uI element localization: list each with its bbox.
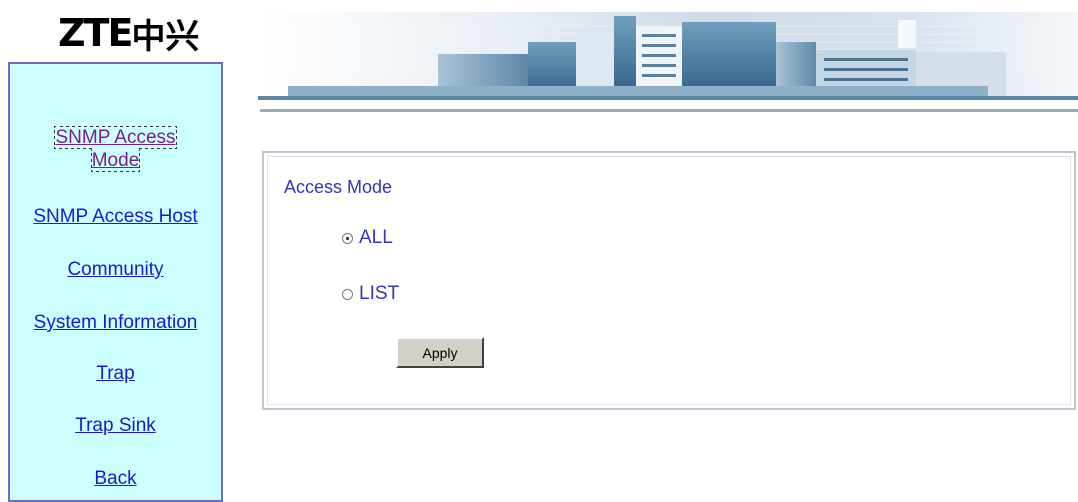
sidebar-item-label: Trap Sink <box>75 415 156 436</box>
header-divider <box>260 109 1078 112</box>
sidebar-item-label: Community <box>67 259 164 280</box>
option-list-label[interactable]: LIST <box>359 283 399 305</box>
radio-list[interactable] <box>342 288 353 300</box>
panel-title: Access Mode <box>284 177 393 197</box>
header-banner-image <box>258 12 1078 100</box>
sidebar-item-label: System Information <box>33 312 198 333</box>
sidebar-item-back[interactable]: Back <box>10 468 221 490</box>
sidebar-item-label: SNMP Access Mode <box>54 126 177 172</box>
apply-button[interactable]: Apply <box>396 337 484 368</box>
sidebar-nav: SNMP Access Mode SNMP Access Host Commun… <box>8 62 223 502</box>
zte-logo: ZTE 中兴 <box>58 8 199 58</box>
sidebar-item-community[interactable]: Community <box>10 259 221 281</box>
sidebar-item-label: Trap <box>96 363 135 384</box>
access-mode-panel: Access Mode ALL LIST Apply <box>262 151 1076 410</box>
sidebar-item-trap[interactable]: Trap <box>10 363 221 385</box>
radio-all[interactable] <box>342 232 353 244</box>
sidebar-item-label: Back <box>94 468 137 489</box>
sidebar-item-snmp-access-mode[interactable]: SNMP Access Mode <box>10 126 221 172</box>
buildings-illustration <box>258 16 1078 100</box>
sidebar-item-label: SNMP Access Host <box>33 206 198 227</box>
option-all-label[interactable]: ALL <box>359 227 393 249</box>
logo-latin: ZTE <box>58 11 133 55</box>
sidebar-item-trap-sink[interactable]: Trap Sink <box>10 415 221 437</box>
sidebar-item-system-information[interactable]: System Information <box>10 312 221 334</box>
logo-chinese: 中兴 <box>131 16 200 57</box>
sidebar-item-snmp-access-host[interactable]: SNMP Access Host <box>10 206 221 228</box>
option-all-row: ALL <box>342 227 393 249</box>
option-list-row: LIST <box>342 283 399 305</box>
